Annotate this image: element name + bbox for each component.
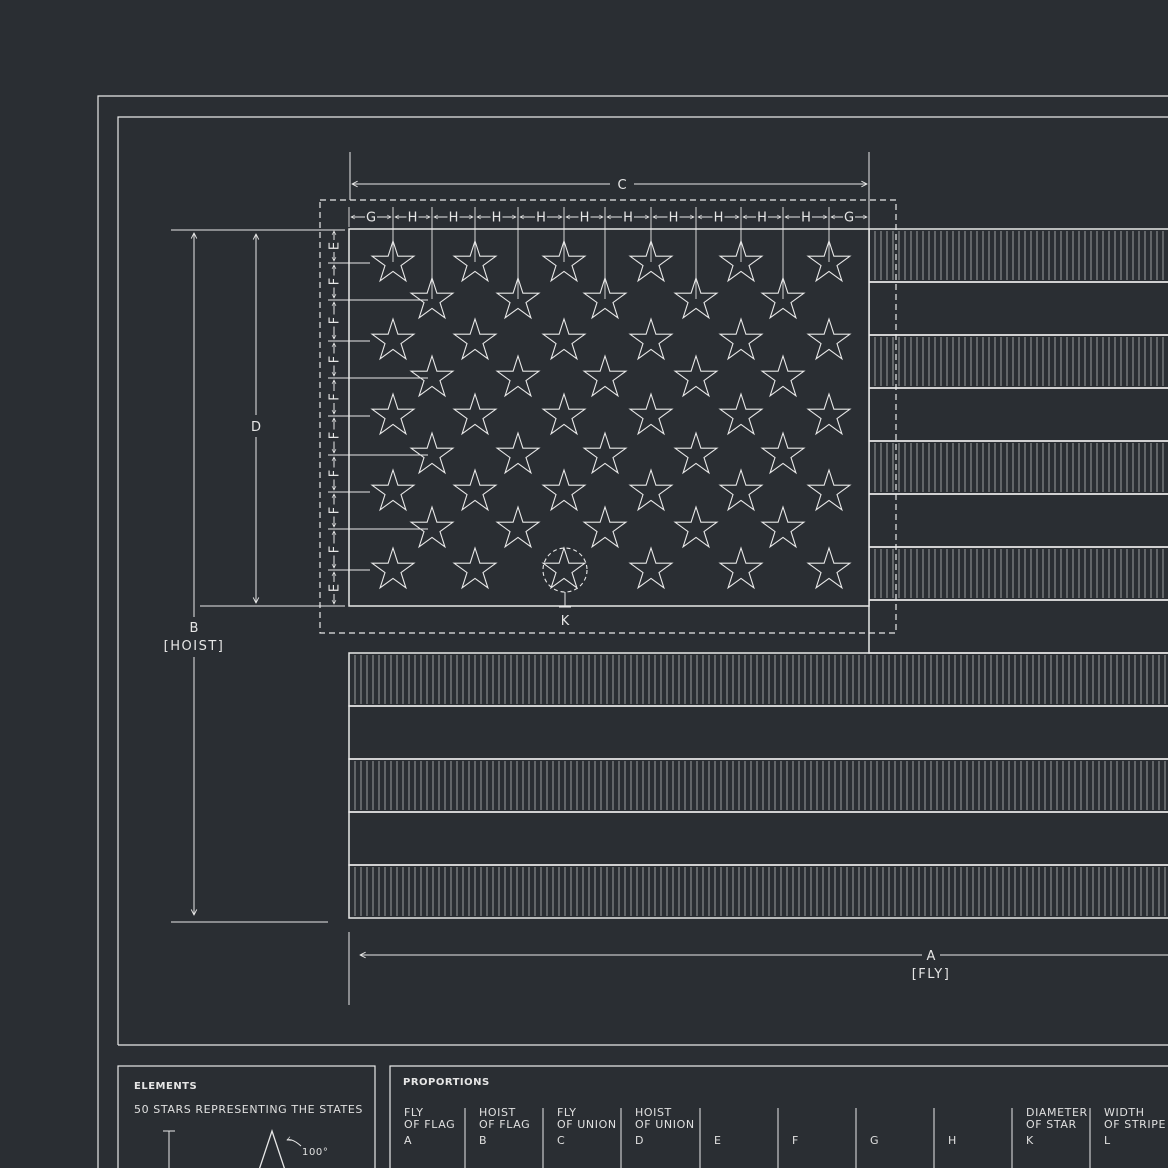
- stripe-hatching: [874, 443, 1164, 492]
- dim-label-k: K: [561, 614, 570, 629]
- stripe-hatched: [868, 440, 1168, 495]
- stripe-plain: [868, 281, 1168, 336]
- elements-description: 50 STARS REPRESENTING THE STATES: [134, 1103, 363, 1116]
- spacing-label: F: [328, 432, 343, 439]
- stripe-hatching: [874, 337, 1164, 386]
- flag-outline: [319, 199, 1168, 919]
- spacing-label: F: [328, 393, 343, 400]
- stripe-hatched: [868, 334, 1168, 389]
- proportion-col-letter: D: [635, 1134, 644, 1147]
- spacing-label: F: [328, 507, 343, 514]
- proportions-columns: FLYOF FLAGAHOISTOF FLAGBFLYOF UNIONCHOIS…: [404, 1106, 1166, 1168]
- proportion-col-letter: A: [404, 1134, 412, 1147]
- stripe-plain: [868, 387, 1168, 442]
- spacing-label: H: [580, 211, 590, 226]
- proportion-col-letter: E: [714, 1134, 722, 1147]
- spacing-label: F: [328, 470, 343, 477]
- stripe-hatched: [868, 546, 1168, 601]
- proportion-col-line2: OF FLAG: [404, 1118, 455, 1131]
- spacing-label: F: [328, 317, 343, 324]
- stripe-plain: [868, 599, 1168, 654]
- stripe-hatching: [874, 231, 1164, 280]
- dim-label-a: A: [927, 949, 936, 964]
- proportion-col-letter: C: [557, 1134, 565, 1147]
- flag-blueprint-diagram: GHHHHHHHHHHG EFFFFFFFFE C D B [HOIST] A …: [97, 95, 1168, 1168]
- spacing-label: F: [328, 546, 343, 553]
- dim-label-hoist: [HOIST]: [164, 639, 225, 654]
- stripe-plain: [348, 811, 1168, 866]
- proportion-col-letter: L: [1104, 1134, 1111, 1147]
- stripe-hatching: [354, 761, 1166, 810]
- spacing-label: H: [757, 211, 767, 226]
- stripe-hatching: [354, 655, 1166, 704]
- spacing-label: H: [492, 211, 502, 226]
- proportion-col-line2: OF UNION: [635, 1118, 695, 1131]
- star-angle-label: 100°: [302, 1147, 329, 1158]
- spacing-label: H: [536, 211, 546, 226]
- spacing-label: E: [328, 242, 343, 250]
- spacing-label: H: [408, 211, 418, 226]
- proportion-col-line2: OF UNION: [557, 1118, 617, 1131]
- dim-label-b: B: [190, 621, 199, 636]
- proportion-col-letter: B: [479, 1134, 487, 1147]
- stripe-plain: [868, 493, 1168, 548]
- spacing-label: H: [449, 211, 459, 226]
- spacing-label: F: [328, 278, 343, 285]
- spacing-label: H: [801, 211, 811, 226]
- spacing-label: E: [328, 584, 343, 592]
- dim-label-c: C: [617, 178, 626, 193]
- spacing-label: G: [844, 211, 854, 226]
- spacing-label: F: [328, 356, 343, 363]
- proportion-col-line2: OF STRIPE: [1104, 1118, 1166, 1131]
- stripe-hatching: [874, 549, 1164, 598]
- spacing-label: H: [669, 211, 679, 226]
- stripe-hatching: [354, 867, 1166, 916]
- proportions-title: PROPORTIONS: [403, 1077, 490, 1088]
- spacing-label: G: [366, 211, 376, 226]
- proportion-col-letter: H: [948, 1134, 957, 1147]
- proportion-col-letter: K: [1026, 1134, 1034, 1147]
- spacing-label: H: [623, 211, 633, 226]
- proportion-col-letter: F: [792, 1134, 799, 1147]
- proportions-panel: PROPORTIONS FLYOF FLAGAHOISTOF FLAGBFLYO…: [389, 1065, 1168, 1168]
- stripe-hatched: [868, 228, 1168, 283]
- proportion-col-letter: G: [870, 1134, 879, 1147]
- elements-panel: ELEMENTS 50 STARS REPRESENTING THE STATE…: [117, 1065, 376, 1168]
- stripe-plain: [348, 705, 1168, 760]
- proportion-col-line2: OF STAR: [1026, 1118, 1077, 1131]
- dim-label-d: D: [251, 420, 261, 435]
- union-canton: [348, 228, 870, 607]
- elements-title: ELEMENTS: [134, 1081, 197, 1092]
- proportion-col-line2: OF FLAG: [479, 1118, 530, 1131]
- dim-label-fly: [FLY]: [912, 967, 951, 982]
- spacing-label: H: [714, 211, 724, 226]
